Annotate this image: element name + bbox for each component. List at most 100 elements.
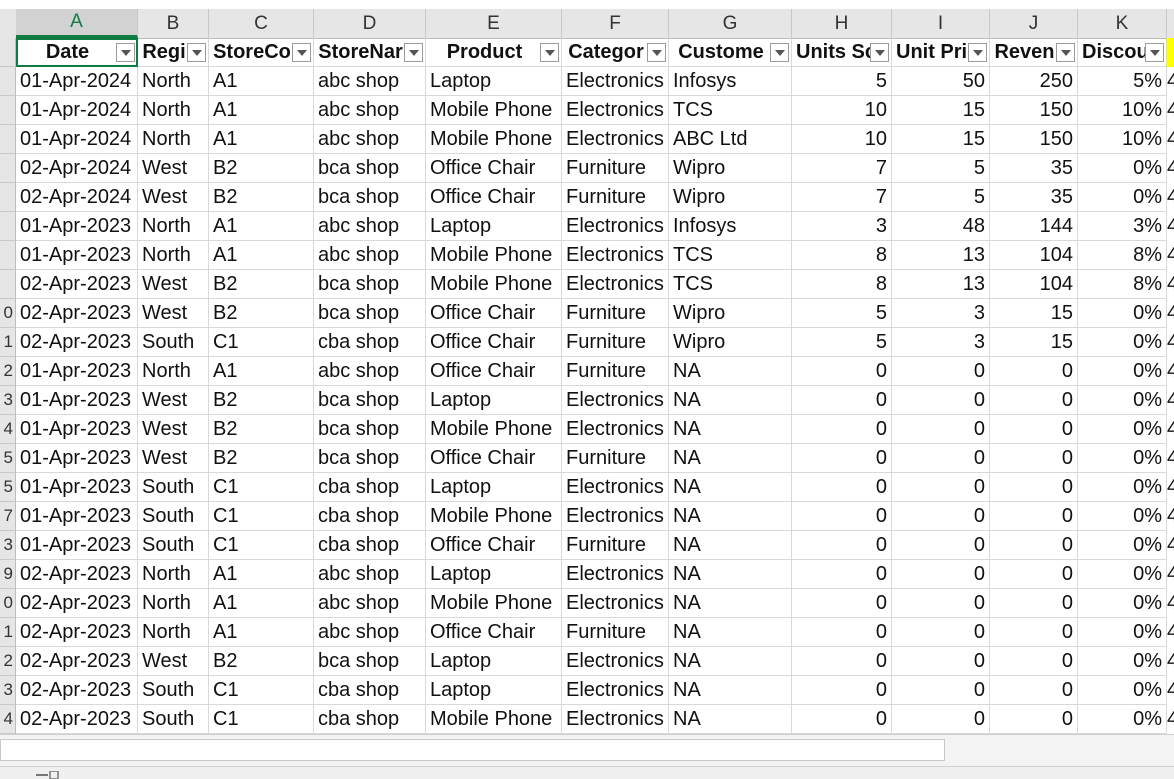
table-cell[interactable]: 0% xyxy=(1078,154,1167,183)
table-cell[interactable]: 0 xyxy=(792,705,892,734)
table-cell[interactable]: 0% xyxy=(1078,647,1167,676)
table-cell[interactable]: 0 xyxy=(892,415,990,444)
filter-dropdown-icon[interactable] xyxy=(870,43,889,62)
table-cell[interactable]: 0 xyxy=(990,676,1078,705)
table-cell[interactable]: South xyxy=(138,705,209,734)
table-cell[interactable]: bca shop xyxy=(314,415,426,444)
table-cell[interactable]: abc shop xyxy=(314,560,426,589)
next-column-cell[interactable]: 4 xyxy=(1167,560,1174,589)
table-cell[interactable]: Furniture xyxy=(562,357,669,386)
table-cell[interactable]: Office Chair xyxy=(426,154,562,183)
table-cell[interactable]: 0% xyxy=(1078,560,1167,589)
table-cell[interactable]: 01-Apr-2024 xyxy=(16,67,138,96)
table-cell[interactable]: 01-Apr-2023 xyxy=(16,444,138,473)
column-letter-f[interactable]: F xyxy=(562,9,669,38)
table-cell[interactable]: 10% xyxy=(1078,96,1167,125)
table-cell[interactable]: 10 xyxy=(792,96,892,125)
table-cell[interactable]: abc shop xyxy=(314,357,426,386)
table-cell[interactable]: 0% xyxy=(1078,328,1167,357)
table-cell[interactable]: Laptop xyxy=(426,676,562,705)
table-cell[interactable]: NA xyxy=(669,618,792,647)
row-number[interactable]: 1 xyxy=(0,618,16,647)
row-number[interactable] xyxy=(0,183,16,212)
table-cell[interactable]: 0 xyxy=(792,647,892,676)
table-cell[interactable]: Laptop xyxy=(426,386,562,415)
table-cell[interactable]: 0 xyxy=(990,618,1078,647)
table-cell[interactable]: 13 xyxy=(892,241,990,270)
table-cell[interactable]: 0% xyxy=(1078,357,1167,386)
table-cell[interactable]: Electronics xyxy=(562,386,669,415)
row-number[interactable] xyxy=(0,270,16,299)
table-cell[interactable]: Mobile Phone xyxy=(426,502,562,531)
table-cell[interactable]: West xyxy=(138,386,209,415)
table-cell[interactable]: 104 xyxy=(990,241,1078,270)
next-column-cell[interactable]: 4 xyxy=(1167,357,1174,386)
table-cell[interactable]: B2 xyxy=(209,270,314,299)
table-cell[interactable]: 13 xyxy=(892,270,990,299)
next-column-cell[interactable]: 4 xyxy=(1167,589,1174,618)
table-cell[interactable]: cba shop xyxy=(314,502,426,531)
table-cell[interactable]: West xyxy=(138,270,209,299)
table-cell[interactable]: A1 xyxy=(209,212,314,241)
filter-dropdown-icon[interactable] xyxy=(1056,43,1075,62)
table-cell[interactable]: bca shop xyxy=(314,299,426,328)
table-cell[interactable]: 7 xyxy=(792,154,892,183)
table-cell[interactable]: Laptop xyxy=(426,647,562,676)
table-cell[interactable]: 02-Apr-2023 xyxy=(16,270,138,299)
filter-dropdown-icon[interactable] xyxy=(540,43,559,62)
table-cell[interactable]: South xyxy=(138,328,209,357)
table-cell[interactable]: South xyxy=(138,502,209,531)
table-cell[interactable]: 02-Apr-2023 xyxy=(16,618,138,647)
next-column-cell[interactable]: 4 xyxy=(1167,154,1174,183)
table-cell[interactable]: 0 xyxy=(892,502,990,531)
table-cell[interactable]: 150 xyxy=(990,96,1078,125)
table-cell[interactable]: 0 xyxy=(792,589,892,618)
table-cell[interactable]: 01-Apr-2024 xyxy=(16,125,138,154)
table-cell[interactable]: C1 xyxy=(209,328,314,357)
table-cell[interactable]: A1 xyxy=(209,96,314,125)
row-number[interactable]: 3 xyxy=(0,386,16,415)
table-cell[interactable]: West xyxy=(138,154,209,183)
table-cell[interactable]: 02-Apr-2023 xyxy=(16,560,138,589)
table-cell[interactable]: 0% xyxy=(1078,676,1167,705)
table-cell[interactable]: Laptop xyxy=(426,560,562,589)
table-cell[interactable]: TCS xyxy=(669,241,792,270)
row-number[interactable]: 4 xyxy=(0,415,16,444)
column-letter-b[interactable]: B xyxy=(138,9,209,38)
row-number[interactable]: 0 xyxy=(0,299,16,328)
table-cell[interactable]: B2 xyxy=(209,299,314,328)
next-column-cell[interactable]: 4 xyxy=(1167,183,1174,212)
table-cell[interactable]: C1 xyxy=(209,705,314,734)
horizontal-scrollbar[interactable] xyxy=(0,739,945,761)
table-cell[interactable]: Electronics xyxy=(562,473,669,502)
table-cell[interactable]: North xyxy=(138,96,209,125)
table-cell[interactable]: 0% xyxy=(1078,415,1167,444)
table-cell[interactable]: cba shop xyxy=(314,531,426,560)
table-cell[interactable]: Office Chair xyxy=(426,328,562,357)
table-cell[interactable]: C1 xyxy=(209,531,314,560)
table-cell[interactable]: 01-Apr-2023 xyxy=(16,415,138,444)
next-column-cell[interactable]: 4 xyxy=(1167,705,1174,734)
table-cell[interactable]: 0% xyxy=(1078,531,1167,560)
table-cell[interactable]: Office Chair xyxy=(426,299,562,328)
table-cell[interactable]: 0 xyxy=(892,473,990,502)
table-cell[interactable]: NA xyxy=(669,415,792,444)
table-cell[interactable]: Electronics xyxy=(562,589,669,618)
row-number[interactable]: 5 xyxy=(0,444,16,473)
table-cell[interactable]: 0 xyxy=(990,357,1078,386)
table-cell[interactable]: 0% xyxy=(1078,502,1167,531)
table-cell[interactable]: bca shop xyxy=(314,647,426,676)
table-cell[interactable]: 5 xyxy=(792,67,892,96)
row-number[interactable]: 5 xyxy=(0,473,16,502)
next-column-cell[interactable]: 4 xyxy=(1167,647,1174,676)
row-number[interactable] xyxy=(0,96,16,125)
table-cell[interactable]: Furniture xyxy=(562,328,669,357)
table-cell[interactable]: 02-Apr-2024 xyxy=(16,154,138,183)
table-cell[interactable]: 0 xyxy=(892,705,990,734)
table-cell[interactable]: 0% xyxy=(1078,444,1167,473)
table-cell[interactable]: Office Chair xyxy=(426,444,562,473)
table-cell[interactable]: Furniture xyxy=(562,618,669,647)
table-cell[interactable]: Office Chair xyxy=(426,357,562,386)
row-number[interactable] xyxy=(0,67,16,96)
table-cell[interactable]: 01-Apr-2023 xyxy=(16,241,138,270)
